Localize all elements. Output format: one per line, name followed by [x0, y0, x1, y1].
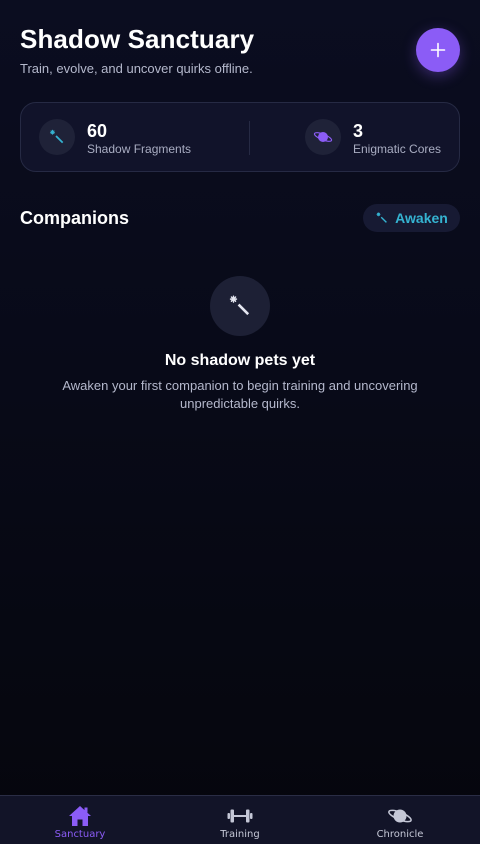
nav-label-sanctuary: Sanctuary — [54, 829, 106, 840]
add-button[interactable] — [416, 28, 460, 72]
empty-state-title: No shadow pets yet — [164, 352, 316, 369]
page-title: Shadow Sanctuary — [20, 24, 255, 54]
nav-item-sanctuary[interactable]: Sanctuary — [0, 796, 160, 844]
page-subtitle: Train, evolve, and uncover quirks offlin… — [20, 61, 253, 76]
awaken-label: Awaken — [395, 210, 448, 226]
empty-state-description: Awaken your first companion to begin tra… — [62, 378, 418, 411]
nav-label-chronicle: Chronicle — [376, 829, 424, 840]
companions-title: Companions — [20, 208, 130, 228]
planet-icon — [305, 119, 341, 155]
plus-icon — [430, 42, 446, 58]
stats-divider — [249, 121, 250, 155]
home-icon — [68, 804, 92, 828]
enigmatic-cores-label: Enigmatic Cores — [353, 142, 442, 156]
awaken-button[interactable]: Awaken — [363, 204, 460, 232]
bottom-nav: Sanctuary Training Chronicle — [0, 795, 480, 844]
enigmatic-cores-count: 3 — [353, 121, 364, 141]
shadow-fragments-label: Shadow Fragments — [87, 142, 192, 156]
nav-label-training: Training — [220, 829, 260, 840]
page-header: Shadow Sanctuary Train, evolve, and unco… — [20, 24, 400, 78]
shadow-fragments-count: 60 — [87, 121, 108, 141]
magic-wand-icon — [376, 212, 388, 223]
magic-wand-icon — [229, 295, 250, 316]
dumbbell-icon — [227, 804, 253, 828]
stats-card: 60 Shadow Fragments 3 Enigmatic Cores — [20, 102, 460, 172]
nav-item-training[interactable]: Training — [160, 796, 320, 844]
magic-wand-icon — [39, 119, 75, 155]
nav-item-chronicle[interactable]: Chronicle — [320, 796, 480, 844]
empty-state-icon — [210, 276, 270, 336]
planet-icon — [387, 804, 413, 828]
